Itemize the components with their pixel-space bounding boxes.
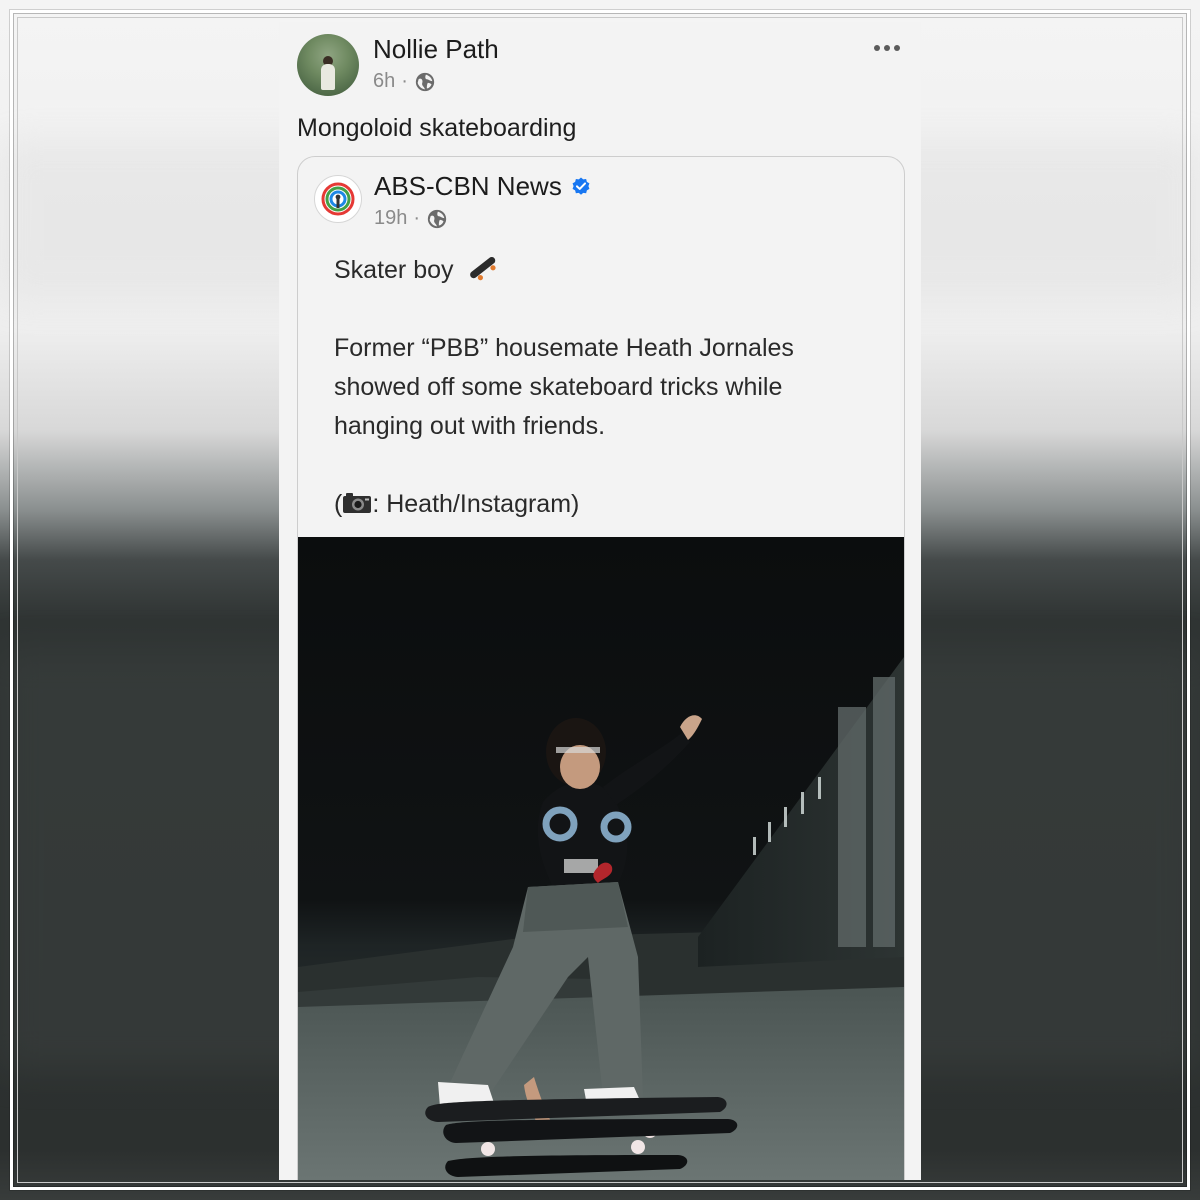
page-name[interactable]: ABS-CBN News [374,171,562,201]
page-name-row: ABS-CBN News [374,171,592,201]
shared-post-body: Skater boy Former “PBB” housemate Heath … [334,251,874,524]
skater-photo-image [298,537,904,1180]
page-author-block: ABS-CBN News 19h · [374,171,592,230]
meta-separator: · [413,207,421,229]
skateboard-emoji-icon [470,257,497,281]
shared-headline-line: Skater boy [334,251,874,290]
abs-cbn-logo[interactable] [314,175,362,223]
shared-post-header: ABS-CBN News 19h · [314,171,592,230]
camera-emoji-icon [343,493,372,513]
post-time[interactable]: 6h [373,70,395,93]
meta-separator: · [401,70,408,92]
more-dot [884,45,890,51]
post-photo-skater[interactable] [298,537,904,1180]
abs-cbn-logo-mark [321,182,355,216]
globe-icon[interactable] [426,208,448,230]
facebook-post: Nollie Path 6h · Mongoloid skateboarding… [279,22,921,1180]
avatar-person-body [321,64,335,90]
screenshot-frame: Nollie Path 6h · Mongoloid skateboarding… [0,0,1200,1200]
shared-body-text: Former “PBB” housemate Heath Jornales sh… [334,334,794,440]
shared-post-card[interactable]: ABS-CBN News 19h · Skater boy Former “PB… [297,156,905,1180]
author-name[interactable]: Nollie Path [373,34,499,64]
credit-open-paren: ( [334,490,343,518]
shared-post-meta: 19h · [374,207,592,230]
credit-text[interactable]: : Heath/Instagram) [372,490,579,518]
more-dot [874,45,880,51]
shared-headline: Skater boy [334,256,454,284]
globe-icon[interactable] [414,71,436,93]
photo-credit-line: ( : Heath/Instagram) [334,485,874,524]
post-header: Nollie Path 6h · [297,34,499,96]
post-caption: Mongoloid skateboarding [297,114,577,142]
more-dot [894,45,900,51]
more-options-button[interactable] [867,36,907,60]
post-meta: 6h · [373,70,499,93]
verified-badge-icon [572,177,590,195]
author-block: Nollie Path 6h · [373,34,499,93]
shared-post-time[interactable]: 19h [374,207,407,230]
author-avatar[interactable] [297,34,359,96]
